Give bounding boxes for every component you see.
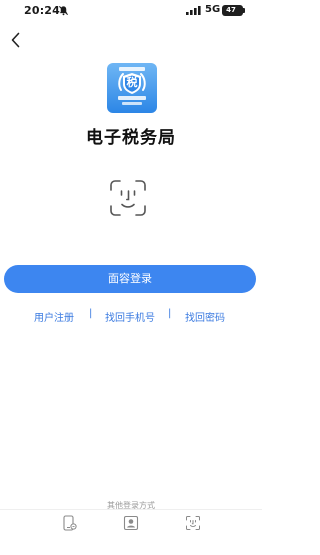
link-separator: | (89, 308, 93, 319)
face-login-button[interactable]: 面容登录 (4, 265, 256, 293)
app-title: 电子税务局 (86, 128, 176, 148)
chevron-left-icon[interactable] (6, 30, 26, 50)
id-card-login-icon[interactable] (123, 515, 139, 531)
battery-level: 47 (226, 6, 236, 14)
phone-login-icon[interactable] (61, 515, 77, 531)
retrieve-password-link[interactable]: 找回密码 (185, 309, 225, 324)
battery-tip (243, 8, 245, 13)
face-scan-login-icon[interactable] (185, 515, 201, 531)
retrieve-phone-link[interactable]: 找回手机号 (105, 309, 155, 324)
tax-bureau-emblem-icon: 税 (107, 63, 157, 113)
link-separator: | (168, 308, 172, 319)
status-bar: 20:24 5G 47 (0, 0, 262, 22)
signal-icon (186, 6, 201, 15)
account-links-row: 用户注册 | 找回手机号 | 找回密码 (0, 308, 262, 324)
logo-character: 税 (126, 76, 138, 89)
network-type: 5G (205, 4, 221, 15)
divider (0, 509, 262, 510)
status-time: 20:24 (24, 4, 61, 17)
bell-muted-icon (58, 5, 69, 16)
face-id-icon (110, 180, 146, 216)
battery-icon: 47 (222, 5, 245, 16)
register-link[interactable]: 用户注册 (34, 309, 74, 324)
